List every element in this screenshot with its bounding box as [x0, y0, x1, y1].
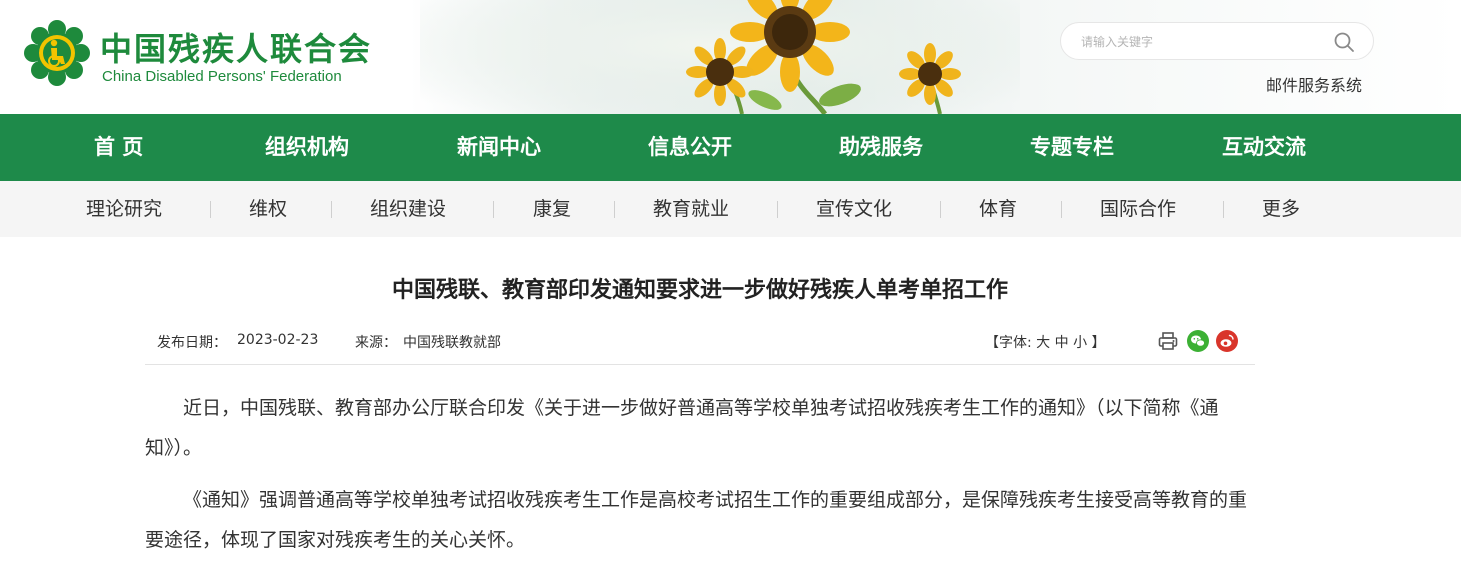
article-paragraph: 《通知》强调普通高等学校单独考试招收残疾考生工作是高校考试招生工作的重要组成部分…	[145, 489, 1248, 551]
sub-nav-item-rights[interactable]: 维权	[249, 181, 287, 237]
sub-nav-divider	[614, 201, 615, 218]
sub-nav-item-theory[interactable]: 理论研究	[86, 181, 162, 237]
sub-nav-item-org-building[interactable]: 组织建设	[370, 181, 446, 237]
search-icon[interactable]	[1333, 31, 1355, 53]
main-nav-item-home[interactable]: 首 页	[94, 114, 143, 181]
main-nav-item-topics[interactable]: 专题专栏	[1030, 114, 1114, 181]
font-size-medium-button[interactable]: 中	[1055, 335, 1069, 351]
site-name-cn: 中国残疾人联合会	[100, 30, 373, 68]
search-box	[1060, 22, 1374, 60]
sub-nav-divider	[1223, 201, 1224, 218]
main-nav-item-interaction[interactable]: 互动交流	[1222, 114, 1306, 181]
sub-nav-divider	[493, 201, 494, 218]
site-name-en: China Disabled Persons' Federation	[102, 68, 342, 85]
main-nav-item-services[interactable]: 助残服务	[839, 114, 923, 181]
cdpf-emblem-icon	[24, 20, 90, 86]
sub-nav-divider	[940, 201, 941, 218]
sub-nav: 理论研究 维权 组织建设 康复 教育就业 宣传文化 体育 国际合作 更多	[0, 181, 1461, 237]
font-size-large-button[interactable]: 大	[1036, 335, 1050, 351]
article-meta: 发布日期： 2023-02-23 来源： 中国残联教就部 【字体: 大 中 小 …	[145, 323, 1255, 365]
site-header: 中国残疾人联合会 China Disabled Persons' Federat…	[0, 0, 1461, 114]
sub-nav-item-sports[interactable]: 体育	[979, 181, 1017, 237]
article-title: 中国残联、教育部印发通知要求进一步做好残疾人单考单招工作	[391, 278, 1008, 303]
sub-nav-divider	[331, 201, 332, 218]
publish-date: 2023-02-23	[237, 332, 319, 348]
font-size-control: 【字体: 大 中 小 】	[985, 332, 1106, 352]
source-label: 来源：	[355, 335, 397, 351]
font-size-close: 】	[1087, 335, 1106, 351]
sub-nav-item-more[interactable]: 更多	[1262, 181, 1300, 237]
search-input[interactable]	[1081, 31, 1321, 53]
sub-nav-item-education[interactable]: 教育就业	[653, 181, 729, 237]
font-size-small-button[interactable]: 小	[1073, 335, 1087, 351]
print-icon[interactable]	[1157, 330, 1179, 352]
article-paragraph: 近日，中国残联、教育部办公厅联合印发《关于进一步做好普通高等学校单独考试招收残疾…	[145, 397, 1219, 459]
site-logo[interactable]: 中国残疾人联合会 China Disabled Persons' Federat…	[24, 20, 404, 92]
sunflower-banner-image	[420, 0, 1020, 114]
sub-nav-divider	[777, 201, 778, 218]
source-value: 中国残联教就部	[403, 335, 501, 351]
sub-nav-item-rehab[interactable]: 康复	[533, 181, 571, 237]
publish-date-label: 发布日期：	[157, 335, 227, 351]
main-nav-item-info-disclosure[interactable]: 信息公开	[648, 114, 732, 181]
sub-nav-item-culture[interactable]: 宣传文化	[816, 181, 892, 237]
wechat-icon[interactable]	[1187, 330, 1209, 352]
weibo-icon[interactable]	[1216, 330, 1238, 352]
main-nav: 首 页 组织机构 新闻中心 信息公开 助残服务 专题专栏 互动交流	[0, 114, 1461, 181]
font-size-open: 【字体:	[985, 335, 1037, 351]
sub-nav-divider	[210, 201, 211, 218]
sub-nav-item-international[interactable]: 国际合作	[1100, 181, 1176, 237]
main-nav-item-news[interactable]: 新闻中心	[457, 114, 541, 181]
sub-nav-divider	[1061, 201, 1062, 218]
mail-system-link[interactable]: 邮件服务系统	[1266, 72, 1362, 96]
main-nav-item-organization[interactable]: 组织机构	[265, 114, 349, 181]
